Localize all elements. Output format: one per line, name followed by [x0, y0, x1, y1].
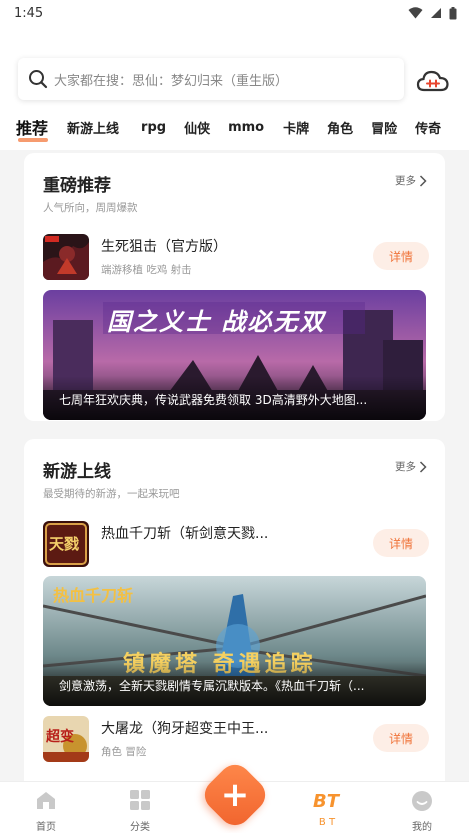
details-button[interactable]: 详情 — [373, 529, 429, 557]
search-bar[interactable]: 大家都在搜：思仙：梦幻归来（重生版） — [18, 58, 404, 100]
cloud-game-icon[interactable] — [416, 66, 450, 96]
status-bar: 1:45 — [0, 0, 469, 26]
game-name: 热血千刀斩（斩剑意天戮... — [101, 526, 269, 542]
game-banner[interactable]: 热血千刀斩 镇魔塔 奇遇追踪 剑意激荡，全新天戮剧情专属沉默版本。《热血千刀斩（… — [43, 576, 426, 706]
game-tags: 角色 冒险 — [101, 746, 147, 758]
svg-text:BT: BT — [313, 791, 341, 810]
wifi-icon — [408, 7, 423, 19]
game-icon: 天戮 — [43, 521, 89, 567]
more-link[interactable]: 更多 — [395, 459, 427, 474]
tab-mmo[interactable]: mmo — [228, 120, 264, 135]
banner-art-text: 国之义士 战必无双 — [107, 308, 326, 336]
active-tab-indicator — [18, 138, 48, 142]
banner-caption: 七周年狂欢庆典，传说武器免费领取 3D高清野外大地图... — [59, 393, 368, 407]
nav-category[interactable]: 分类 — [110, 790, 170, 833]
section-title: 新游上线 — [43, 462, 111, 482]
nav-mine[interactable]: 我的 — [392, 790, 452, 833]
header: 大家都在搜：思仙：梦幻归来（重生版） 推荐 新游上线 rpg 仙侠 mmo 卡牌… — [0, 26, 469, 150]
signal-icon — [431, 8, 441, 18]
more-link[interactable]: 更多 — [395, 173, 427, 188]
chevron-right-icon — [419, 174, 427, 187]
bt-icon: BT — [313, 791, 341, 812]
list-item[interactable]: 超变 大屠龙（狗牙超变王中王... 角色 冒险 详情 — [43, 716, 429, 764]
game-icon — [43, 234, 89, 280]
tab-xianxia[interactable]: 仙侠 — [184, 118, 210, 137]
list-item[interactable]: 天戮 热血千刀斩（斩剑意天戮... 详情 — [43, 521, 429, 569]
grid-icon — [130, 790, 150, 810]
status-time: 1:45 — [14, 5, 44, 21]
tab-adventure[interactable]: 冒险 — [371, 118, 397, 137]
game-banner[interactable]: 国之义士 战必无双 七周年狂欢庆典，传说武器免费领取 3D高清野外大地图... — [43, 290, 426, 420]
details-button[interactable]: 详情 — [373, 724, 429, 752]
tab-new-games[interactable]: 新游上线 — [67, 118, 119, 137]
game-icon-text: 超变 — [46, 729, 74, 745]
details-button[interactable]: 详情 — [373, 242, 429, 270]
search-icon — [29, 70, 48, 89]
search-placeholder: 大家都在搜：思仙：梦幻归来（重生版） — [54, 73, 289, 89]
game-name: 大屠龙（狗牙超变王中王... — [101, 721, 269, 737]
section-new-games: 新游上线 最受期待的新游，一起来玩吧 更多 天戮 热血千刀斩（斩剑意天戮... … — [24, 439, 445, 781]
tab-legend[interactable]: 传奇 — [415, 118, 441, 137]
game-icon: 超变 — [43, 716, 89, 762]
game-name: 生死狙击（官方版） — [101, 239, 227, 255]
game-icon-text: 天戮 — [49, 535, 80, 553]
banner-art-title: 热血千刀斩 — [53, 586, 134, 605]
list-item[interactable]: 生死狙击（官方版） 端游移植 吃鸡 射击 详情 — [43, 234, 429, 282]
chevron-right-icon — [419, 460, 427, 473]
section-featured: 重磅推荐 人气所向，周周爆款 更多 生死狙击（官方版） 端游移植 吃鸡 射击 详… — [24, 153, 445, 421]
section-subtitle: 最受期待的新游，一起来玩吧 — [43, 488, 180, 500]
tab-recommend[interactable]: 推荐 — [16, 115, 48, 142]
game-tags: 端游移植 吃鸡 射击 — [101, 264, 192, 276]
tab-role[interactable]: 角色 — [327, 118, 353, 137]
section-title: 重磅推荐 — [43, 176, 111, 196]
home-icon — [37, 792, 55, 809]
tab-card[interactable]: 卡牌 — [283, 118, 309, 137]
banner-caption: 剑意激荡，全新天戮剧情专属沉默版本。《热血千刀斩（... — [59, 679, 365, 693]
battery-icon — [449, 6, 457, 19]
category-tabs: 推荐 新游上线 rpg 仙侠 mmo 卡牌 角色 冒险 传奇 — [0, 112, 469, 142]
nav-home[interactable]: 首页 — [16, 790, 76, 833]
profile-icon — [412, 791, 432, 811]
section-subtitle: 人气所向，周周爆款 — [43, 202, 138, 214]
plus-icon: + — [220, 775, 250, 815]
nav-bt[interactable]: BT B T — [297, 790, 357, 828]
tab-rpg[interactable]: rpg — [141, 120, 166, 135]
